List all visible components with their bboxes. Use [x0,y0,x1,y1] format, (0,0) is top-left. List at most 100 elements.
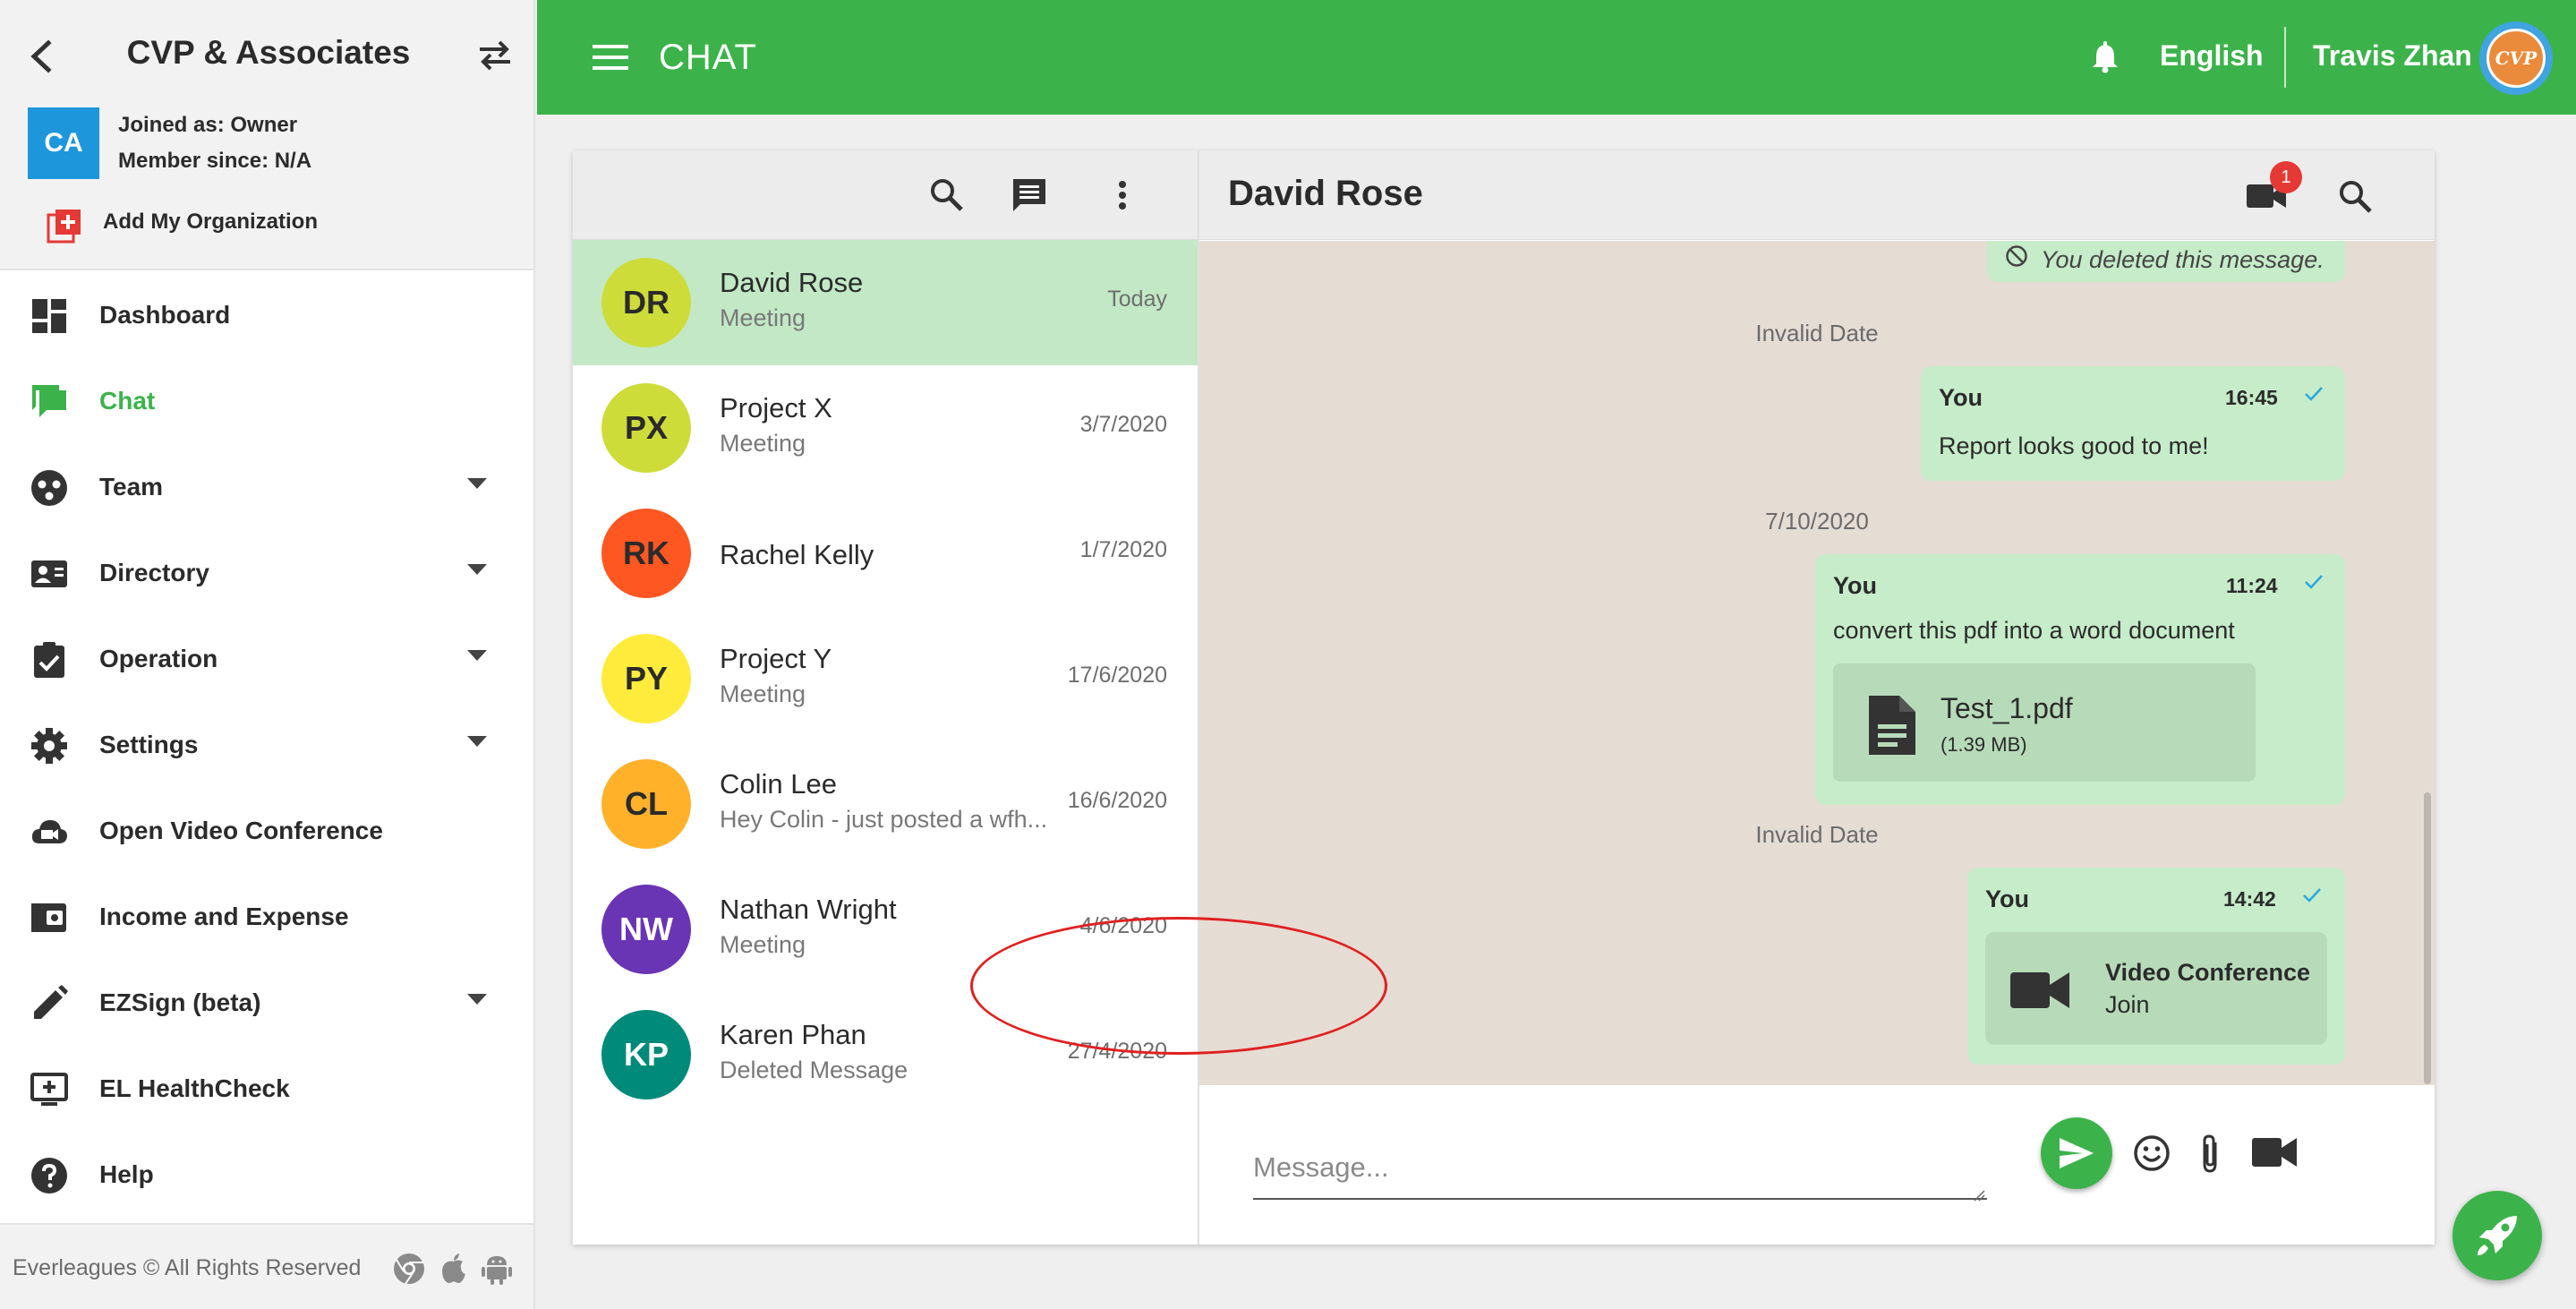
sidebar-item-ezsign[interactable]: EZSign (beta) [0,960,533,1046]
chat-preview: Meeting [720,430,806,457]
chat-list-item[interactable]: DR David Rose Meeting Today [573,240,1198,365]
highlight-annotation [970,917,1387,1055]
avatar: PX [601,383,691,473]
chat-name: David Rose [720,267,864,298]
notification-bell-icon[interactable] [2091,41,2120,73]
message-sender: You [1985,886,2029,912]
monitor-plus-icon [30,1073,68,1106]
date-separator: 7/10/2020 [1765,508,1869,535]
chat-list-item[interactable]: CL Colin Lee Hey Colin - just posted a w… [573,741,1198,867]
new-message-icon[interactable] [1010,175,1049,215]
emoji-icon[interactable] [2132,1134,2171,1173]
paperclip-icon[interactable] [2196,1134,2223,1175]
chat-name: Project Y [720,643,832,674]
user-avatar[interactable]: CVP [2479,21,2553,95]
sidebar-item-label: Directory [99,559,209,586]
sidebar-item-open-video-conference[interactable]: Open Video Conference [0,788,533,874]
message-composer [1199,1085,2435,1245]
file-attachment[interactable]: Test_1.pdf (1.39 MB) [1833,663,2256,782]
sidebar-item-help[interactable]: Help [0,1132,533,1218]
send-icon [2060,1138,2094,1168]
chat-panel: DR David Rose Meeting Today PX Project X… [573,150,2435,1245]
language-selector[interactable]: English [2160,39,2264,73]
sidebar-item-label: Team [99,473,164,500]
hamburger-menu-icon[interactable] [593,43,628,72]
search-icon[interactable] [927,175,967,215]
swap-icon[interactable] [476,38,514,73]
chevron-left-icon[interactable] [25,38,55,75]
sidebar-item-label: Help [99,1160,154,1188]
message-time: 16:45 [2225,386,2278,409]
avatar: KP [601,1010,691,1099]
more-vertical-icon[interactable] [1103,175,1142,215]
avatar: NW [601,885,691,974]
sidebar-item-chat[interactable]: Chat [0,358,533,444]
video-conference-title: Video Conference [2105,959,2311,986]
avatar: CL [601,759,691,849]
member-since-label: Member since: N/A [118,149,312,173]
deleted-message-bubble: You deleted this message. [1987,241,2345,282]
sidebar: CVP & Associates CA Joined as: Owner Mem… [0,0,535,1309]
chat-date: 16/6/2020 [1067,788,1167,813]
conversation-title: David Rose [1228,174,1423,213]
message-bubble[interactable]: You 14:42 Video Conference Join [1967,868,2345,1065]
apple-icon[interactable] [437,1252,471,1286]
contact-card-icon [31,560,67,587]
chat-date: Today [1107,287,1167,312]
message-sender: You [1833,572,1877,599]
android-icon[interactable] [480,1252,514,1286]
chat-name: Rachel Kelly [720,539,874,570]
sidebar-item-label: EZSign (beta) [99,988,261,1016]
chat-preview: Hey Colin - just posted a wfh... [720,806,1048,833]
help-icon [31,1158,67,1194]
check-icon [2303,888,2321,903]
sidebar-item-el-healthcheck[interactable]: EL HealthCheck [0,1046,533,1132]
chat-date: 3/7/2020 [1079,412,1167,437]
sidebar-item-settings[interactable]: Settings [0,702,533,788]
file-name: Test_1.pdf [1941,692,2073,724]
file-size: (1.39 MB) [1941,733,2027,756]
chat-list-item[interactable]: RK Rachel Kelly 1/7/2020 [573,491,1198,616]
avatar: PY [601,634,691,723]
message-input[interactable] [1253,1139,1987,1200]
resize-handle-icon[interactable] [1973,1189,1985,1202]
gear-icon [31,728,67,764]
date-separator: Invalid Date [1755,320,1879,346]
notification-badge: 1 [2270,161,2302,193]
scrollbar[interactable] [2424,792,2431,1084]
joined-as-label: Joined as: Owner [118,113,298,137]
sidebar-item-operation[interactable]: Operation [0,616,533,702]
message-text: convert this pdf into a word document [1833,617,2235,644]
join-link[interactable]: Join [2105,991,2150,1019]
sidebar-item-income-and-expense[interactable]: Income and Expense [0,874,533,960]
copyright-text: Everleagues © All Rights Reserved [13,1255,362,1280]
message-bubble[interactable]: You 11:24 convert this pdf into a word d… [1815,554,2345,805]
cloud-video-icon [31,820,67,843]
chat-list-toolbar [573,150,1198,240]
message-text: Report looks good to me! [1939,432,2209,459]
caret-down-icon [467,478,487,489]
sidebar-item-label: Settings [99,731,199,758]
add-library-icon[interactable] [47,208,82,244]
search-icon[interactable] [2336,177,2376,217]
chat-list-item[interactable]: PX Project X Meeting 3/7/2020 [573,365,1198,491]
sidebar-item-directory[interactable]: Directory [0,530,533,616]
sidebar-item-label: Open Video Conference [99,817,383,844]
message-thread[interactable]: You deleted this message. Invalid Date Y… [1199,241,2435,1085]
sidebar-item-team[interactable]: Team [0,444,533,530]
video-camera-icon[interactable] [2252,1135,2297,1169]
add-organization-link[interactable]: Add My Organization [103,210,318,235]
chrome-icon[interactable] [392,1252,426,1286]
message-time: 11:24 [2226,574,2278,597]
message-time: 14:42 [2223,887,2276,911]
launch-button[interactable] [2452,1191,2542,1280]
organization-name: CVP & Associates [126,34,411,71]
message-bubble[interactable]: You 16:45 Report looks good to me! [1921,366,2345,481]
sidebar-item-label: Income and Expense [99,903,349,930]
chat-list-item[interactable]: PY Project Y Meeting 17/6/2020 [573,616,1198,741]
divider [2284,27,2286,88]
user-name[interactable]: Travis Zhan [2313,39,2472,73]
sidebar-item-dashboard[interactable]: Dashboard [0,272,533,358]
video-conference-join-card[interactable]: Video Conference Join [1985,932,2327,1045]
send-button[interactable] [2041,1117,2112,1189]
